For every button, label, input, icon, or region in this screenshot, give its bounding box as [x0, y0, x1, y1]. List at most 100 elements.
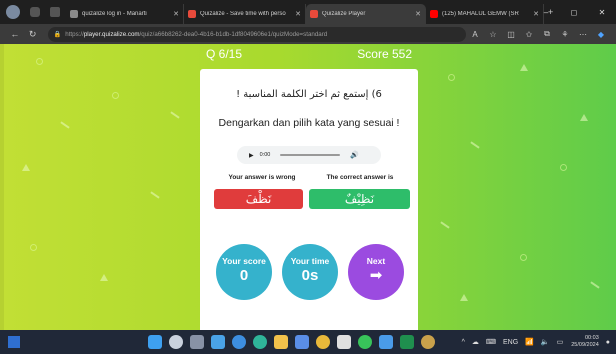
- cloud-icon[interactable]: ☁: [472, 338, 479, 346]
- url-prefix: https://: [65, 30, 84, 38]
- clock-date: 25/09/2024: [571, 342, 599, 348]
- decor-stroke: [440, 221, 450, 229]
- decor-stroke: [170, 111, 180, 119]
- browser-app-icon[interactable]: [232, 335, 246, 349]
- address-bar-row: ← ↻ 🔒 https://player.quizalize.com/quiz/…: [0, 24, 616, 44]
- browser-tab-2[interactable]: Quizalize - Save time with perso ✕: [184, 4, 306, 24]
- back-icon[interactable]: ←: [6, 29, 24, 39]
- maximize-button[interactable]: ◻: [560, 8, 588, 17]
- your-time-label: Your time: [290, 256, 330, 266]
- battery-icon[interactable]: ▭: [557, 338, 564, 346]
- decor-circle: [112, 92, 119, 99]
- collections-icon[interactable]: ⧉: [538, 29, 556, 39]
- correct-answer-box: نَظِيْفٌ: [309, 189, 410, 209]
- edge-app-icon[interactable]: [253, 335, 267, 349]
- your-time-value: 0s: [301, 267, 319, 284]
- widgets-app-icon[interactable]: [211, 335, 225, 349]
- favorite-star-icon[interactable]: ☆: [484, 30, 502, 39]
- browser-tab-3[interactable]: Quizalize Player ✕: [306, 4, 426, 24]
- store-icon[interactable]: [295, 335, 309, 349]
- tab-favicon-icon: [310, 10, 318, 18]
- taskbar-apps: [148, 335, 442, 349]
- photos-icon[interactable]: [379, 335, 393, 349]
- browser-tab-1[interactable]: quizalize log in - Manarti ✕: [66, 4, 184, 24]
- browser-toolbar: A ☆ ◫ ✩ ⧉ ⚘ ⋯ ◆: [466, 29, 616, 39]
- refresh-icon[interactable]: ↻: [24, 29, 42, 40]
- read-aloud-icon[interactable]: A: [466, 30, 484, 39]
- chrome-icon[interactable]: [316, 335, 330, 349]
- lock-icon: 🔒: [53, 31, 62, 38]
- split-screen-icon[interactable]: ◫: [502, 30, 520, 39]
- next-button[interactable]: Next ➡: [348, 244, 404, 300]
- file-explorer-icon[interactable]: [274, 335, 288, 349]
- decor-stroke: [60, 121, 70, 129]
- browser-tab-bar: quizalize log in - Manarti ✕ Quizalize -…: [0, 0, 616, 24]
- whatsapp-icon[interactable]: [358, 335, 372, 349]
- your-answer-box: نَظْفَ: [214, 189, 303, 209]
- url-field[interactable]: 🔒 https://player.quizalize.com/quiz/a66b…: [47, 26, 466, 42]
- decor-stroke: [470, 141, 480, 149]
- decor-circle: [36, 58, 43, 65]
- minimize-button[interactable]: –: [532, 8, 560, 17]
- tab-title: (125) MAHALUL GEMW (SR: [442, 11, 519, 17]
- close-tab-icon[interactable]: ✕: [415, 10, 421, 18]
- your-score-circle: Your score 0: [216, 244, 272, 300]
- close-tab-icon[interactable]: ✕: [173, 10, 179, 18]
- notifications-icon[interactable]: ●: [606, 339, 610, 346]
- tab-favicon-icon: [188, 10, 196, 18]
- more-options-icon[interactable]: ⋯: [574, 30, 592, 39]
- windows-start-icon[interactable]: [148, 335, 162, 349]
- decor-triangle: [520, 64, 528, 71]
- speaker-icon[interactable]: 🔈: [541, 338, 550, 346]
- quiz-player-area: Q 6/15 Score 552 6) إستمع ثم اختر الكلمة…: [0, 44, 616, 330]
- clock[interactable]: 00:03 25/09/2024: [571, 335, 599, 349]
- music-app-icon[interactable]: [337, 335, 351, 349]
- audio-seek-bar[interactable]: [280, 154, 341, 156]
- profile-avatar-icon[interactable]: [6, 5, 20, 19]
- url-path: /quiz/a66b8262-dea0-4b16-b1db-1df8049606…: [139, 30, 328, 38]
- instruction-arabic: 6) إستمع ثم اختر الكلمة المناسبة !: [236, 89, 382, 100]
- question-counter: Q 6/15: [206, 47, 243, 61]
- tab-title: quizalize log in - Manarti: [82, 11, 147, 17]
- window-controls: – ◻ ✕: [532, 0, 616, 24]
- decor-triangle: [22, 164, 30, 171]
- decor-circle: [520, 254, 527, 261]
- keyboard-icon[interactable]: ⌨: [486, 338, 496, 346]
- wifi-icon[interactable]: 📶: [525, 338, 534, 346]
- play-icon[interactable]: ▶: [249, 152, 254, 159]
- browser-tab-4[interactable]: (125) MAHALUL GEMW (SR ✕: [426, 4, 544, 24]
- close-tab-icon[interactable]: ✕: [295, 10, 301, 18]
- your-answer-label: Your answer is wrong: [228, 174, 296, 181]
- tab-title: Quizalize Player: [322, 11, 366, 17]
- your-score-label: Your score: [222, 256, 266, 266]
- workspaces-icon[interactable]: [30, 7, 40, 17]
- favorites-icon[interactable]: ✩: [520, 30, 538, 39]
- your-time-circle: Your time 0s: [282, 244, 338, 300]
- windows-taskbar: ^ ☁ ⌨ ENG 📶 🔈 ▭ 00:03 25/09/2024 ●: [0, 330, 616, 354]
- copilot-icon[interactable]: ◆: [592, 30, 610, 39]
- widgets-icon[interactable]: [8, 336, 20, 348]
- decor-triangle: [580, 114, 588, 121]
- tab-favicon-icon: [70, 10, 78, 18]
- language-indicator[interactable]: ENG: [503, 339, 518, 346]
- clock-time: 00:03: [585, 335, 599, 341]
- excel-icon[interactable]: [400, 335, 414, 349]
- task-view-icon[interactable]: [190, 335, 204, 349]
- decor-circle: [448, 74, 455, 81]
- arrow-right-icon: ➡: [369, 267, 383, 284]
- decor-circle: [30, 244, 37, 251]
- close-window-button[interactable]: ✕: [588, 8, 616, 17]
- chevron-up-icon[interactable]: ^: [462, 339, 465, 346]
- next-label: Next: [366, 256, 386, 266]
- youtube-favicon-icon: [430, 10, 438, 18]
- volume-icon[interactable]: 🔊: [350, 151, 359, 159]
- system-tray: ^ ☁ ⌨ ENG 📶 🔈 ▭ 00:03 25/09/2024 ●: [455, 332, 610, 352]
- decor-circle: [560, 164, 567, 171]
- extensions-icon[interactable]: ⚘: [556, 30, 574, 39]
- decor-stroke: [590, 281, 600, 289]
- settings-icon[interactable]: [421, 335, 435, 349]
- tab-actions-icon[interactable]: [50, 7, 60, 17]
- audio-player[interactable]: ▶ 0:00 🔊: [237, 146, 381, 164]
- search-icon[interactable]: [169, 335, 183, 349]
- quiz-header: Q 6/15 Score 552: [200, 44, 418, 64]
